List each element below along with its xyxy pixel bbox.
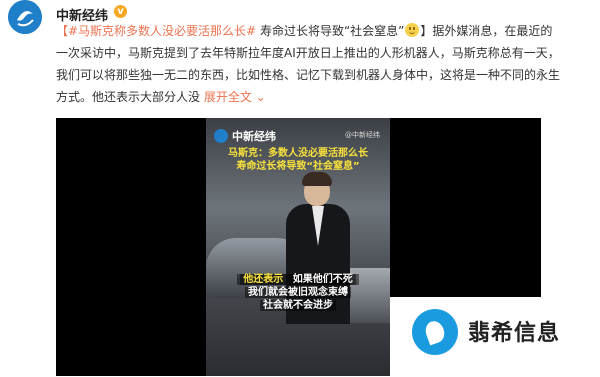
caption-top-1: 马斯克：多数人没必要活那么长 bbox=[228, 148, 368, 159]
post-line-4: 方式。他还表示大部分人没 bbox=[56, 90, 204, 104]
video-watermark: @中新经纬 bbox=[345, 131, 380, 139]
post-text: 【#马斯克称多数人没必要活那么长# 寿命过长将导致“社会窒息” 】据外媒消息，在最… bbox=[56, 20, 586, 108]
caption-bottom-1a: 他还表示 bbox=[240, 274, 287, 285]
headline-text: 寿命过长将导致“社会窒息” bbox=[256, 24, 405, 38]
caption-bottom-2-text: 我们就会被旧观念束缚 bbox=[245, 287, 351, 298]
person-hair bbox=[302, 172, 332, 186]
headline-end-text: 】据外媒消息，在最近的 bbox=[420, 24, 553, 38]
caption-bottom-2: 我们就会被旧观念束缚 bbox=[206, 286, 390, 299]
caption-bottom-1b: 如果他们不死 bbox=[289, 274, 356, 285]
smile-icon bbox=[405, 23, 420, 37]
topic-link[interactable]: 【#马斯克称多数人没必要活那么长# bbox=[56, 24, 256, 38]
caption-bottom-1: 他还表示 如果他们不死 bbox=[206, 273, 390, 286]
caption-bottom-3-text: 社会就不会进步 bbox=[260, 300, 336, 311]
avatar[interactable] bbox=[8, 0, 42, 34]
post-line-2: 一次采访中，马斯克提到了去年特斯拉年度AI开放日上推出的人形机器人，马斯克称总有… bbox=[56, 46, 560, 60]
brand-logo-icon bbox=[214, 129, 228, 143]
expand-full-text-link[interactable]: 展开全文 ⌄ bbox=[204, 90, 266, 104]
expand-label: 展开全文 bbox=[203, 90, 252, 104]
caption-bottom-3: 社会就不会进步 bbox=[206, 299, 390, 312]
video-frame: 中新经纬 @中新经纬 马斯克：多数人没必要活那么长 寿命过长将导致“社会窒息” … bbox=[206, 118, 390, 376]
verified-badge-icon: v bbox=[114, 5, 127, 18]
caption-top-2: 寿命过长将导致“社会窒息” bbox=[236, 161, 360, 172]
post-line-3: 我们可以将那些独一无二的东西，比如性格、记忆下载到机器人身体中，这将是一种不同的… bbox=[56, 68, 561, 82]
site-watermark: 翡希信息 bbox=[390, 297, 600, 377]
video-brand-text: 中新经纬 bbox=[232, 130, 276, 143]
video-brand: 中新经纬 bbox=[214, 128, 276, 144]
zhongxin-logo-icon bbox=[8, 0, 42, 34]
site-logo-icon bbox=[412, 309, 458, 355]
chevron-down-icon: ⌄ bbox=[251, 90, 266, 104]
site-name: 翡希信息 bbox=[468, 321, 561, 346]
